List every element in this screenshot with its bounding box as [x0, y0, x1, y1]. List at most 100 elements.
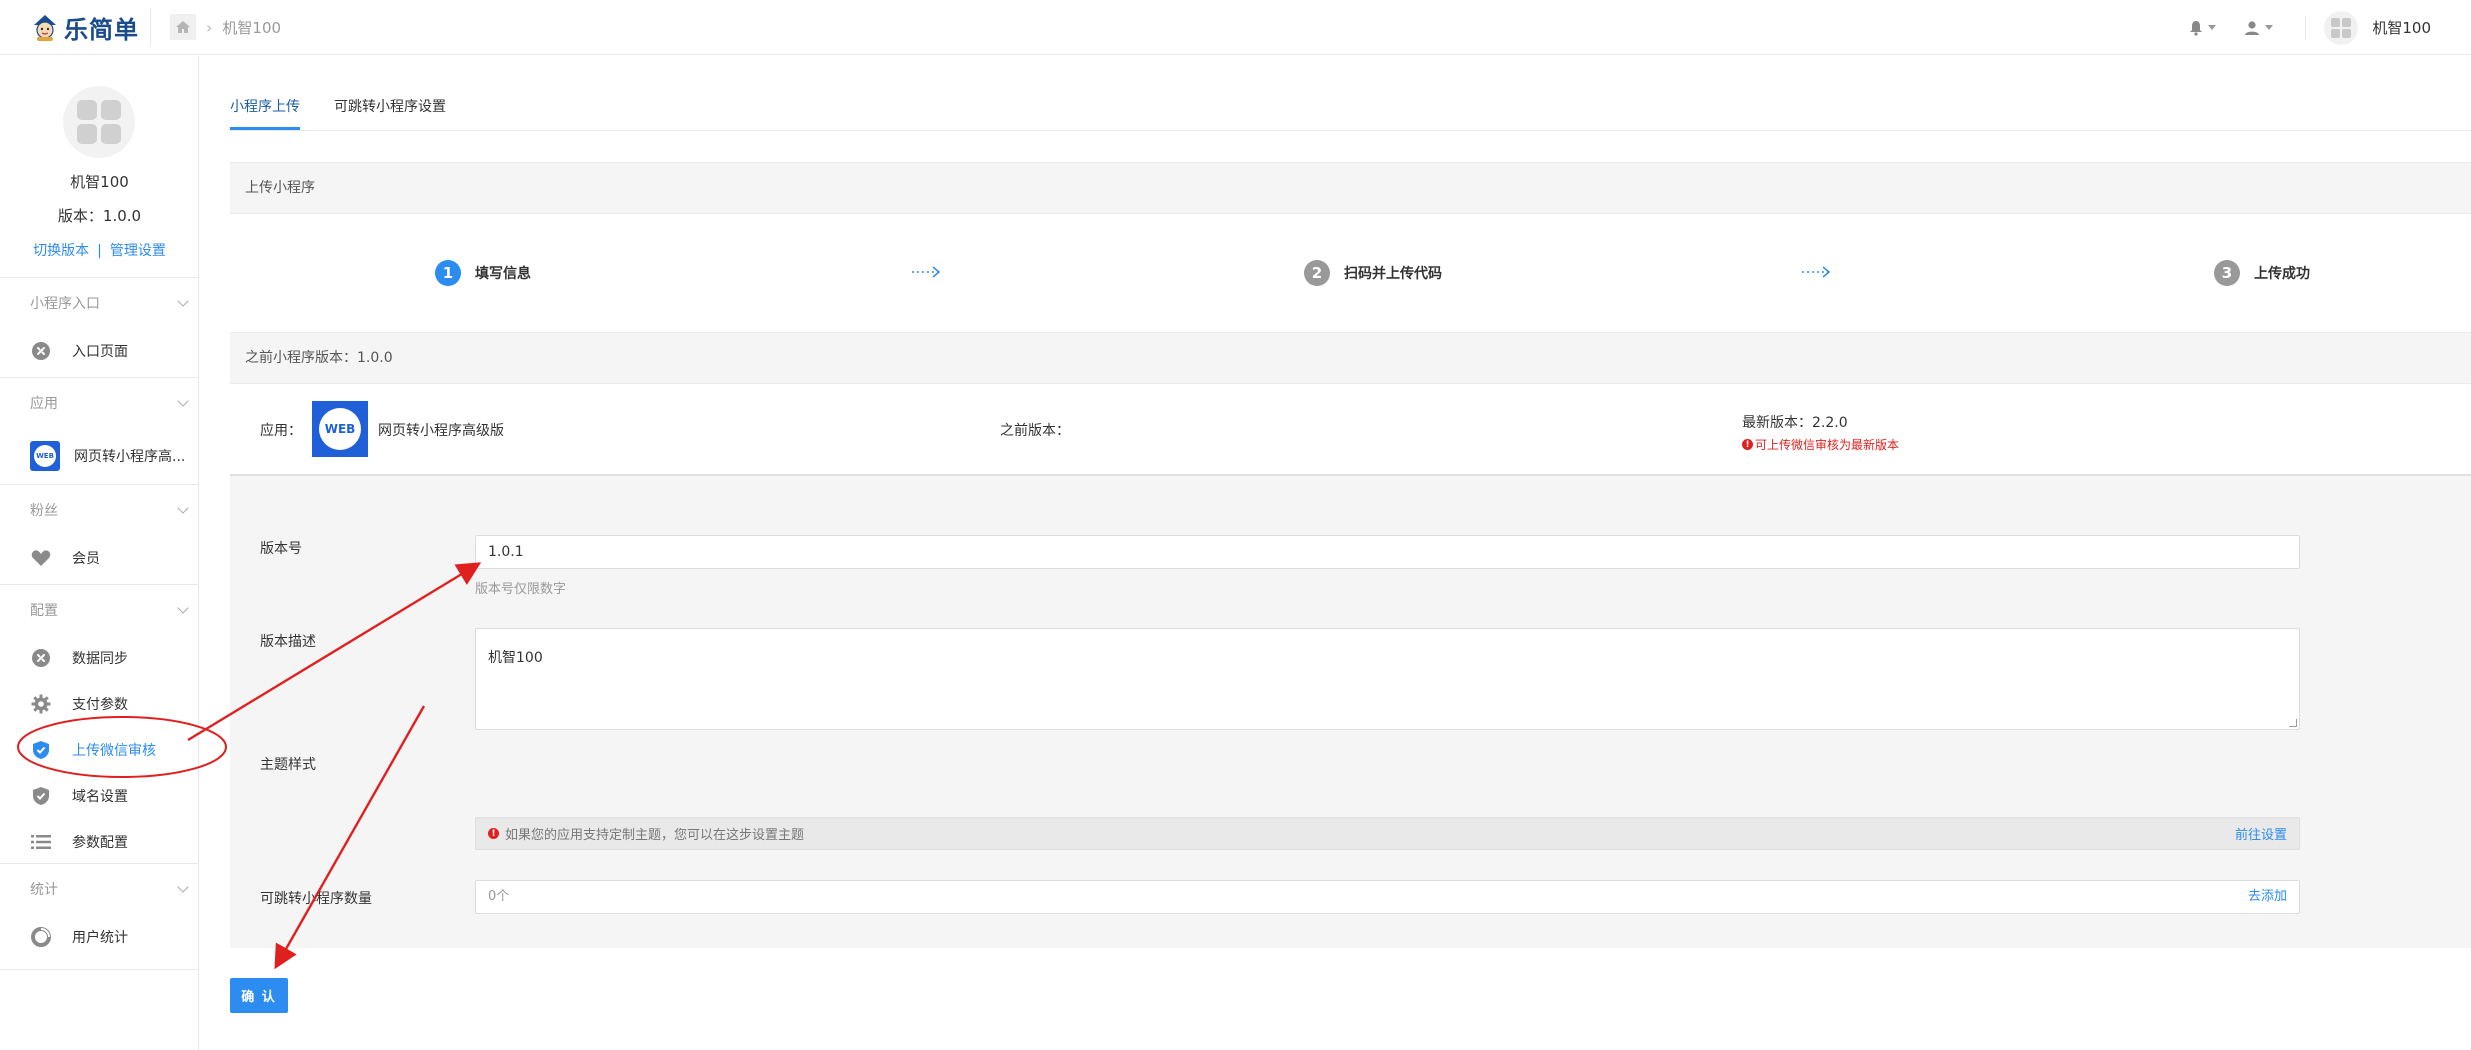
add-jump-link[interactable]: 去添加: [2248, 881, 2287, 913]
sidebar-section-entry: 小程序入口 入口页面: [0, 277, 199, 374]
switch-version-link[interactable]: 切换版本: [33, 243, 89, 259]
user-icon: [2245, 20, 2260, 35]
sidebar-section-fans: 粉丝 会员: [0, 484, 199, 581]
current-app-switcher[interactable]: 机智100: [2324, 10, 2471, 45]
app-info-row: 应用： WEB 网页转小程序高级版 之前版本： 最新版本：2.2.0 ! 可上传…: [230, 384, 2471, 476]
section-header[interactable]: 配置: [0, 585, 199, 635]
version-value: 1.0.1: [488, 544, 524, 560]
sidebar-item-user-stats[interactable]: 用户统计: [0, 914, 199, 960]
warning-icon: !: [1742, 439, 1753, 450]
logo[interactable]: 乐简单: [30, 10, 139, 44]
latest-version: 最新版本：2.2.0: [1742, 415, 1848, 431]
version-hint: 版本号仅限数字: [475, 582, 567, 597]
sidebar-item-data-sync[interactable]: 数据同步: [0, 635, 199, 681]
list-icon: [30, 831, 52, 853]
section-title: 配置: [30, 603, 58, 619]
sidebar-item-members[interactable]: 会员: [0, 535, 199, 581]
current-app-name: 机智100: [2372, 19, 2431, 37]
logo-mascot-icon: [30, 12, 60, 42]
section-title: 粉丝: [30, 503, 58, 519]
theme-notice-text: 如果您的应用支持定制主题，您可以在这步设置主题: [505, 828, 805, 843]
sidebar-item-label: 入口页面: [72, 344, 128, 360]
theme-label: 主题样式: [260, 757, 316, 773]
account-menu-button[interactable]: [2230, 20, 2287, 36]
panel-title: 上传小程序: [230, 162, 2471, 214]
sidebar-section-stats: 统计 用户统计: [0, 863, 199, 970]
jump-count-label: 可跳转小程序数量: [260, 891, 372, 907]
tab-miniprogram-upload[interactable]: 小程序上传: [230, 96, 300, 130]
logo-text: 乐简单: [64, 15, 139, 44]
sidebar-item-domain-settings[interactable]: 域名设置: [0, 773, 199, 819]
version-label: 版本号: [260, 541, 302, 557]
resize-handle-icon[interactable]: [2289, 719, 2297, 727]
manage-settings-link[interactable]: 管理设置: [110, 243, 166, 259]
section-header[interactable]: 统计: [0, 864, 199, 914]
link-icon: [30, 340, 52, 362]
upload-steps: 1 填写信息 2 扫码并上传代码 3 上传成功: [230, 214, 2471, 332]
gear-icon: [30, 693, 52, 715]
step-label: 上传成功: [2254, 266, 2310, 282]
chevron-down-icon: [177, 602, 189, 614]
previous-version-label: 之前版本：: [1000, 423, 1070, 439]
description-value: 机智100: [488, 650, 543, 666]
tab-jump-miniprogram-settings[interactable]: 可跳转小程序设置: [334, 96, 446, 130]
jump-count-value: 0个: [488, 889, 510, 904]
step-scan-upload: 2 扫码并上传代码: [1304, 260, 1442, 286]
sidebar-item-label: 参数配置: [72, 835, 128, 851]
dotted-arrow-icon: [912, 266, 941, 278]
chevron-down-icon: [177, 881, 189, 893]
sidebar-app-links: 切换版本 | 管理设置: [0, 240, 199, 260]
top-bar: 乐简单 › 机智100 机智100: [0, 0, 2471, 55]
home-icon[interactable]: [170, 14, 196, 40]
sidebar-item-entry-page[interactable]: 入口页面: [0, 328, 199, 374]
description-textarea[interactable]: 机智100: [475, 628, 2300, 730]
sidebar-item-label: 用户统计: [72, 930, 128, 946]
warning-icon: !: [488, 828, 499, 839]
sidebar-item-label: 域名设置: [72, 789, 128, 805]
step-upload-success: 3 上传成功: [2214, 260, 2310, 286]
divider: [150, 8, 151, 46]
divider: [0, 960, 199, 970]
theme-notice-bar: ! 如果您的应用支持定制主题，您可以在这步设置主题 前往设置: [475, 817, 2300, 850]
app-label: 应用：: [260, 423, 302, 439]
chevron-down-icon: [177, 395, 189, 407]
sidebar-section-apps: 应用 WEB 网页转小程序高...: [0, 377, 199, 484]
section-header[interactable]: 应用: [0, 378, 199, 428]
divider: [2305, 15, 2307, 40]
section-title: 应用: [30, 396, 58, 412]
sidebar-item-label: 会员: [72, 551, 100, 567]
top-right-toolbar: 机智100: [2175, 0, 2471, 55]
sidebar-item-payment-params[interactable]: 支付参数: [0, 681, 199, 727]
notification-button[interactable]: [2175, 20, 2230, 36]
caret-down-icon: [2208, 25, 2217, 30]
sidebar-item-label: 数据同步: [72, 651, 128, 667]
sidebar-item-label: 网页转小程序高...: [74, 449, 186, 465]
dotted-arrow-icon: [1802, 266, 1831, 278]
app-name: 网页转小程序高级版: [378, 423, 504, 439]
step-label: 扫码并上传代码: [1344, 266, 1442, 282]
description-label: 版本描述: [260, 634, 316, 650]
sidebar-item-param-config[interactable]: 参数配置: [0, 819, 199, 865]
breadcrumb: › 机智100: [170, 14, 281, 40]
sidebar-item-label: 上传微信审核: [72, 743, 156, 759]
breadcrumb-current: 机智100: [222, 18, 282, 37]
section-header[interactable]: 粉丝: [0, 485, 199, 535]
section-header[interactable]: 小程序入口: [0, 278, 199, 328]
chevron-right-icon: ›: [206, 17, 213, 37]
divider: [230, 130, 2471, 131]
sidebar-item-upload-review[interactable]: 上传微信审核: [0, 727, 199, 773]
version-input[interactable]: 1.0.1: [475, 535, 2300, 569]
confirm-button[interactable]: 确 认: [230, 978, 288, 1013]
sidebar-item-label: 支付参数: [72, 697, 128, 713]
previous-version-title: 之前小程序版本：1.0.0: [230, 332, 2471, 384]
shield-icon: [30, 739, 52, 761]
step-number: 2: [1304, 260, 1330, 286]
chevron-down-icon: [177, 502, 189, 514]
web-app-logo: WEB: [312, 401, 368, 457]
web-logo-text: WEB: [319, 408, 361, 450]
link-separator: |: [97, 243, 102, 259]
pie-chart-icon: [30, 926, 52, 948]
shield-icon: [30, 785, 52, 807]
sidebar-item-web-app[interactable]: WEB 网页转小程序高...: [0, 428, 199, 484]
go-to-settings-link[interactable]: 前往设置: [2235, 824, 2287, 843]
